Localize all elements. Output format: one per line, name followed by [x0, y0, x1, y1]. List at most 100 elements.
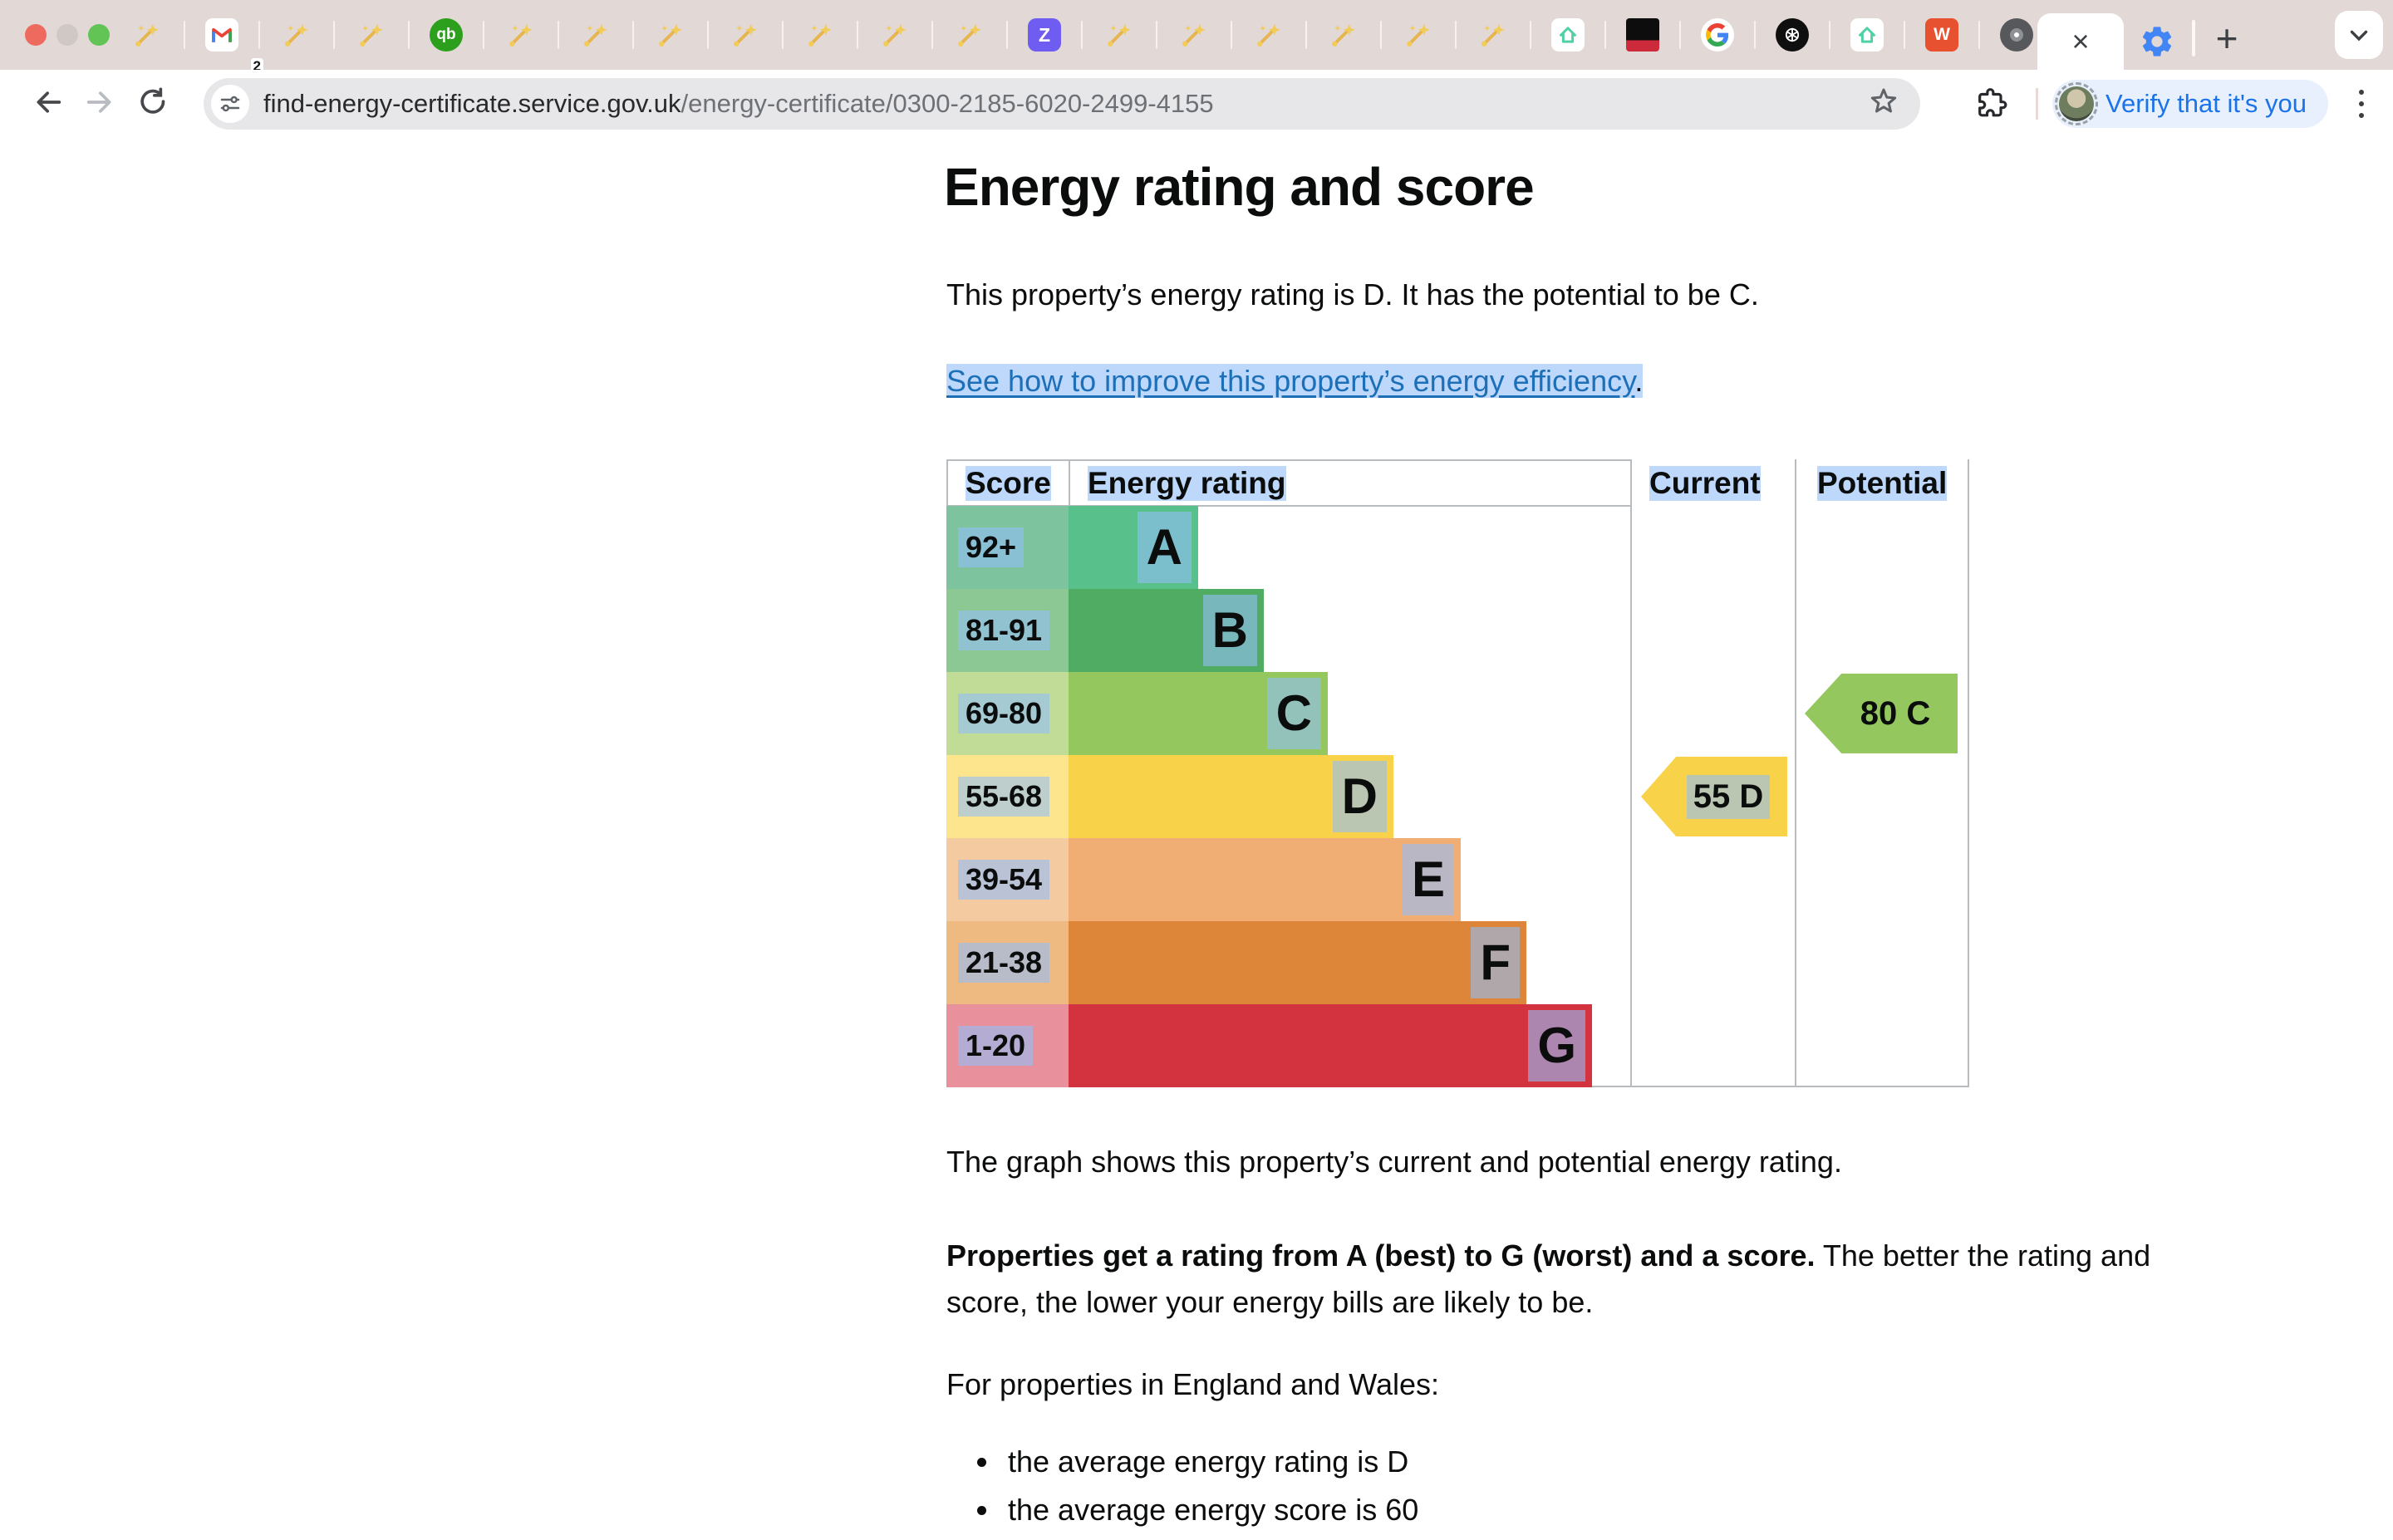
kebab-dot — [2359, 113, 2364, 118]
window-close-button[interactable] — [25, 24, 47, 46]
pinned-tabs-row: 2 qb Z W — [111, 0, 2053, 70]
pinned-tab-sparkle[interactable] — [1083, 0, 1156, 70]
home-icon — [1551, 18, 1585, 51]
pinned-tab-sparkle[interactable] — [858, 0, 931, 70]
epc-score-label: 81-91 — [958, 611, 1049, 650]
kebab-dot — [2359, 101, 2364, 106]
improve-link-line: See how to improve this property’s energ… — [946, 364, 1643, 399]
improve-efficiency-link[interactable]: See how to improve this property’s energ… — [946, 364, 1634, 398]
pinned-tab-sparkle[interactable] — [709, 0, 782, 70]
url-bar[interactable]: find-energy-certificate.service.gov.uk/e… — [204, 78, 1920, 130]
epc-band-row-d: 55-68D — [946, 755, 1630, 838]
profile-chip[interactable]: Verify that it's you — [2052, 80, 2328, 128]
pinned-tab-openai[interactable] — [1756, 0, 1829, 70]
pinned-tab-home[interactable] — [1531, 0, 1604, 70]
sparkle-icon — [1254, 20, 1284, 50]
averages-list: the average energy rating is D the avera… — [1001, 1444, 1418, 1540]
pinned-tab-sparkle[interactable] — [784, 0, 857, 70]
current-rating-label: 55 D — [1687, 775, 1771, 819]
settings-tab[interactable] — [2132, 17, 2182, 66]
pinned-tab-sparkle[interactable] — [335, 0, 408, 70]
home-icon — [1850, 18, 1884, 51]
epc-border-left — [946, 459, 948, 506]
sparkle-icon — [1104, 20, 1134, 50]
page-content: Energy rating and score This property’s … — [0, 138, 2393, 1495]
reload-button[interactable] — [126, 76, 179, 129]
back-icon — [32, 86, 65, 119]
epc-border-right — [1968, 459, 1969, 1087]
chevron-down-icon — [2345, 21, 2373, 49]
current-rating-arrow: 55 D — [1641, 757, 1787, 836]
pinned-tab-sparkle[interactable] — [634, 0, 707, 70]
pinned-tab-sparkle[interactable] — [1457, 0, 1530, 70]
back-button[interactable] — [22, 76, 75, 129]
epc-band-bar-e: E — [1069, 838, 1461, 921]
sparkle-icon — [1478, 20, 1508, 50]
new-tab-button[interactable]: + — [2200, 12, 2253, 65]
epc-band-letter: D — [1333, 761, 1387, 832]
sparkle-icon — [880, 20, 910, 50]
sparkle-icon — [132, 20, 162, 50]
pinned-tab-sparkle[interactable] — [933, 0, 1006, 70]
pinned-tab-sparkle[interactable] — [260, 0, 333, 70]
pinned-tab-sparkle[interactable] — [1307, 0, 1380, 70]
page-title: Energy rating and score — [944, 156, 1534, 218]
pinned-tab-sparkle[interactable] — [111, 0, 184, 70]
window-zoom-button[interactable] — [88, 24, 110, 46]
pinned-tab-google[interactable] — [1681, 0, 1754, 70]
epc-band-bar-c: C — [1069, 672, 1328, 755]
epc-band-letter: A — [1138, 512, 1192, 583]
epc-score-cell-c: 69-80 — [946, 672, 1069, 755]
tab-close-icon[interactable]: × — [2071, 27, 2089, 56]
potential-rating-label: 80 C — [1854, 692, 1938, 736]
link-suffix: . — [1634, 364, 1643, 398]
browser-menu-button[interactable] — [2338, 77, 2385, 130]
sparkle-icon — [730, 20, 760, 50]
epc-band-letter: E — [1403, 844, 1454, 915]
pinned-tab-sparkle[interactable] — [1157, 0, 1231, 70]
browser-tab-strip: 2 qb Z W × + — [0, 0, 2393, 70]
url-text: find-energy-certificate.service.gov.uk/e… — [263, 89, 1214, 119]
gear-icon — [2139, 23, 2175, 60]
sparkle-icon — [506, 20, 536, 50]
epc-score-cell-a: 92+ — [946, 506, 1069, 589]
epc-score-cell-f: 21-38 — [946, 921, 1069, 1004]
epc-header-potential: Potential — [1817, 466, 1947, 501]
epc-score-cell-g: 1-20 — [946, 1004, 1069, 1087]
openai-icon — [1776, 18, 1809, 51]
active-tab[interactable]: × — [2037, 13, 2124, 70]
url-path: /energy-certificate/0300-2185-6020-2499-… — [681, 89, 1214, 118]
forward-button[interactable] — [73, 76, 126, 129]
epc-band-row-e: 39-54E — [946, 838, 1630, 921]
tab-search-button[interactable] — [2335, 11, 2383, 59]
pinned-tab-sparkle[interactable] — [559, 0, 632, 70]
epc-band-letter: F — [1471, 927, 1520, 998]
sparkle-icon — [282, 20, 312, 50]
epc-header-score: Score — [966, 466, 1051, 501]
pinned-tab-quickbooks[interactable]: qb — [410, 0, 483, 70]
pinned-tab-sparkle[interactable] — [1382, 0, 1455, 70]
pinned-tab-flag[interactable] — [1606, 0, 1679, 70]
avatar — [2059, 86, 2094, 121]
extensions-button[interactable] — [1966, 77, 2017, 129]
pinned-tab-sparkle[interactable] — [1232, 0, 1305, 70]
epc-band-letter: B — [1203, 595, 1257, 666]
epc-header-current: Current — [1649, 466, 1761, 501]
pinned-tab-gmail[interactable]: 2 — [185, 0, 258, 70]
chrome-icon — [2000, 18, 2033, 51]
epc-band-row-c: 69-80 C — [946, 672, 1630, 755]
pinned-tab-sparkle[interactable] — [484, 0, 558, 70]
pinned-tab-home[interactable] — [1830, 0, 1904, 70]
bookmark-star-button[interactable] — [1867, 85, 1900, 118]
ratings-explainer-bold: Properties get a rating from A (best) to… — [946, 1238, 1816, 1273]
site-info-button[interactable] — [211, 85, 249, 123]
pinned-tab-wise[interactable]: W — [1905, 0, 1978, 70]
gmail-icon — [205, 18, 238, 51]
window-minimize-button[interactable] — [57, 24, 78, 46]
epc-band-letter: C — [1267, 678, 1321, 749]
pinned-tab-zotero[interactable]: Z — [1008, 0, 1081, 70]
window-controls — [25, 24, 110, 46]
puzzle-icon — [1975, 86, 2008, 120]
epc-score-label: 69-80 — [958, 694, 1049, 733]
sparkle-icon — [356, 20, 386, 50]
